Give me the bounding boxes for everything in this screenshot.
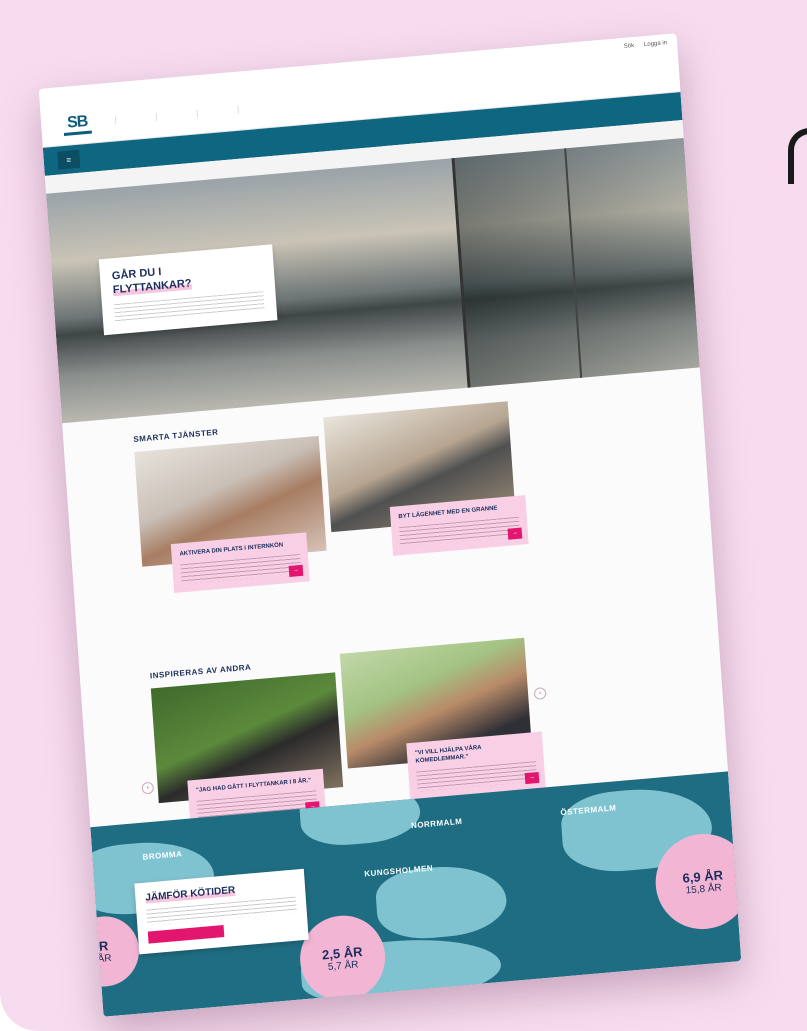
nav-item-1[interactable] xyxy=(115,114,133,125)
service-card-1[interactable]: AKTIVERA DIN PLATS I INTERNKÖN → xyxy=(134,435,332,642)
website-screenshot: Sök Logga in SB ≡ GÅR DU I FLYTTANKAR? S… xyxy=(38,33,742,1017)
nav-item-3[interactable] xyxy=(196,107,215,118)
hero-window xyxy=(451,137,700,388)
nav-item-2[interactable] xyxy=(155,111,174,121)
arrow-right-icon[interactable]: → xyxy=(288,564,304,577)
nav-item-4[interactable] xyxy=(237,104,256,114)
arrow-right-icon[interactable]: → xyxy=(524,771,540,784)
compare-queue-card: JÄMFÖR KÖTIDER xyxy=(134,868,309,955)
search-link[interactable]: Sök xyxy=(624,43,635,50)
carousel-prev-icon[interactable]: ‹ xyxy=(141,781,155,795)
arrow-right-icon[interactable]: → xyxy=(507,527,523,540)
hero-card: GÅR DU I FLYTTANKAR? xyxy=(98,244,278,335)
service-card-text: BYT LÄGENHET MED EN GRANNE → xyxy=(389,495,529,556)
compare-button[interactable] xyxy=(147,924,225,944)
login-link[interactable]: Logga in xyxy=(644,40,667,48)
service-card-text: AKTIVERA DIN PLATS I INTERNKÖN → xyxy=(170,532,310,593)
site-logo[interactable]: SB xyxy=(62,112,93,136)
service-card-2[interactable]: BYT LÄGENHET MED EN GRANNE → xyxy=(323,401,529,607)
menu-icon[interactable]: ≡ xyxy=(57,149,81,170)
